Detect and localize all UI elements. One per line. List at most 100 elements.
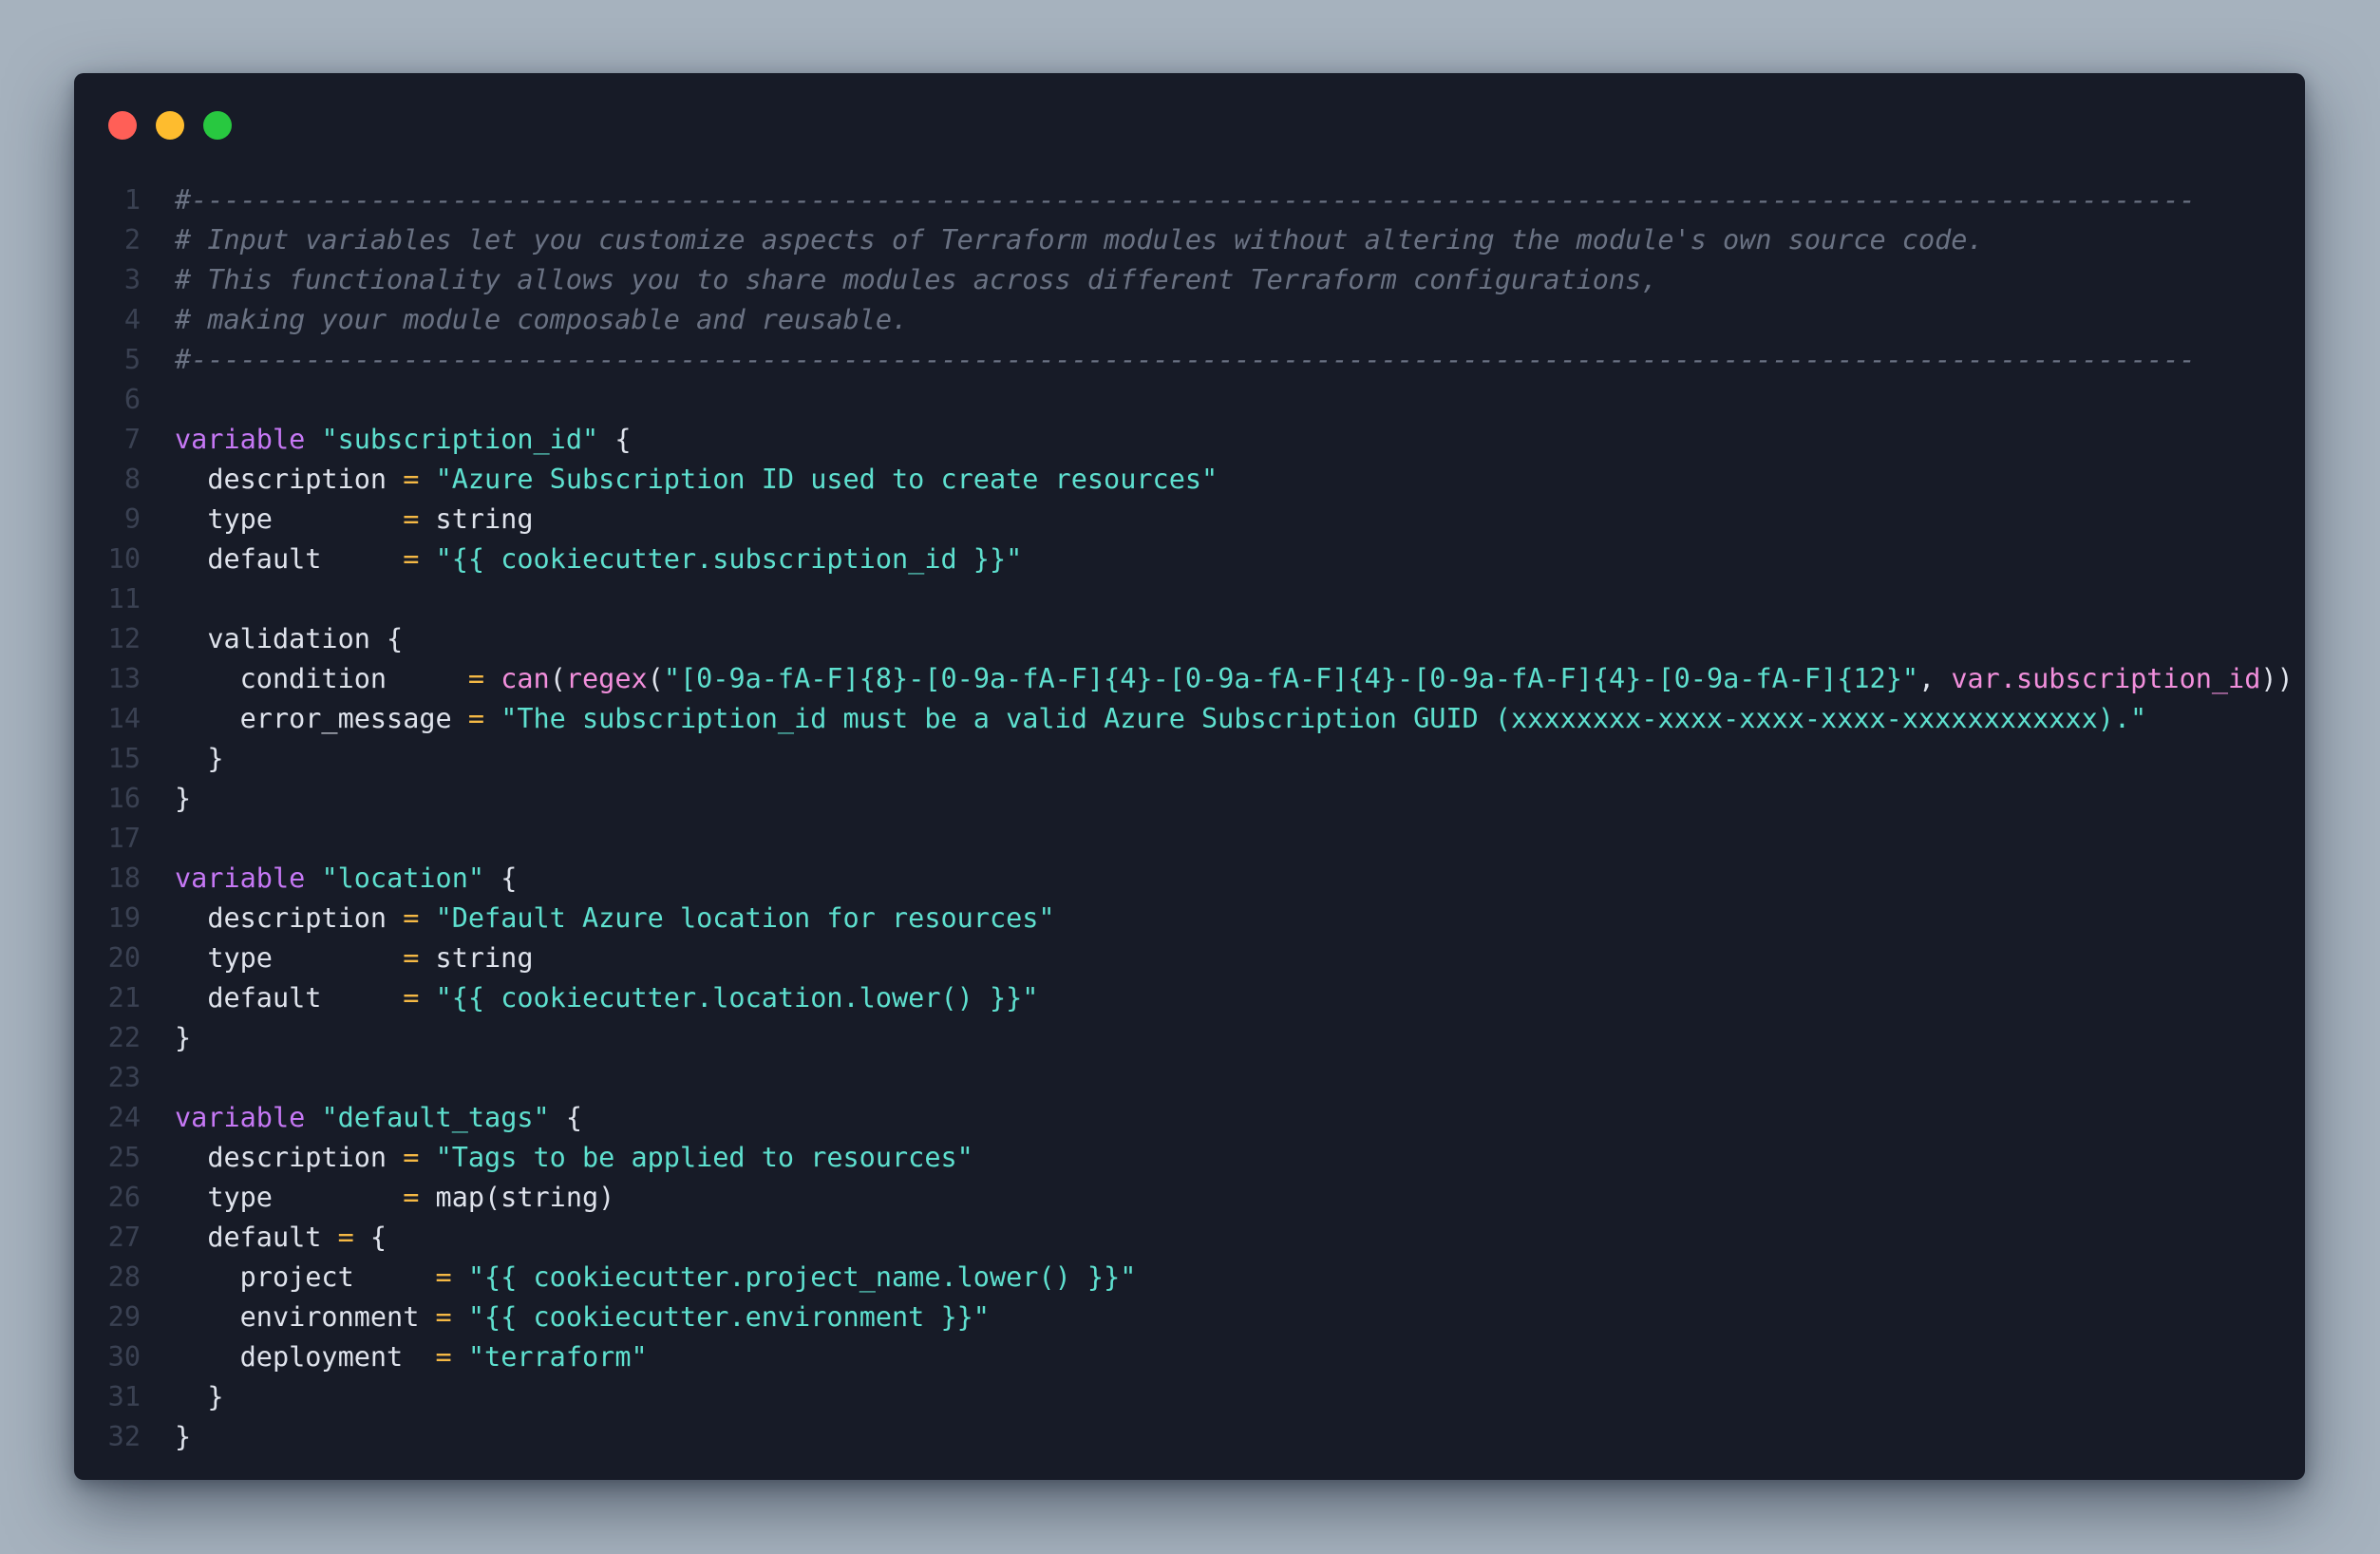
code-line: 2 # Input variables let you customize asp… <box>74 220 2305 260</box>
code-token-comment: # Input variables let you customize aspe… <box>175 224 1984 256</box>
line-content <box>141 380 175 420</box>
line-content: default = { <box>141 1218 387 1258</box>
code-token-operator: = <box>403 902 420 934</box>
line-content: error_message = "The subscription_id mus… <box>141 699 2147 739</box>
code-token-operator: = <box>403 464 420 495</box>
code-line: 16} <box>74 779 2305 819</box>
line-number: 20 <box>107 942 141 974</box>
line-content: type = string <box>141 500 533 540</box>
code-token-text: string <box>419 942 534 974</box>
code-token-text: type <box>175 1182 404 1213</box>
line-number: 22 <box>107 1022 141 1053</box>
line-content: condition = can(regex("[0-9a-fA-F]{8}-[0… <box>141 659 2294 699</box>
code-token-operator: = <box>403 1182 420 1213</box>
close-window-button[interactable] <box>108 111 137 140</box>
code-token-string: "Tags to be applied to resources" <box>435 1142 973 1173</box>
line-content: } <box>141 779 191 819</box>
line-content: } <box>141 1018 191 1058</box>
code-token-text: description <box>175 1142 404 1173</box>
code-token-text: } <box>175 1022 192 1053</box>
code-token-operator: = <box>435 1261 452 1293</box>
code-line: 31 } <box>74 1377 2305 1417</box>
line-number: 21 <box>107 982 141 1014</box>
line-content: # This functionality allows you to share… <box>141 260 1657 300</box>
code-token-text: default <box>175 543 404 575</box>
line-number: 12 <box>107 623 141 654</box>
line-content: description = "Azure Subscription ID use… <box>141 460 1218 500</box>
code-line: 25 description = "Tags to be applied to … <box>74 1138 2305 1178</box>
code-token-function: can <box>501 663 550 694</box>
code-window: 1 #--------------------------------------… <box>74 73 2305 1480</box>
code-line: 19 description = "Default Azure location… <box>74 899 2305 938</box>
line-content: environment = "{{ cookiecutter.environme… <box>141 1298 990 1337</box>
code-token-text: ( <box>647 663 664 694</box>
line-number: 18 <box>107 862 141 894</box>
code-token-string: "{{ cookiecutter.subscription_id }}" <box>435 543 1023 575</box>
line-content: description = "Default Azure location fo… <box>141 899 1054 938</box>
code-token-operator: = <box>403 982 420 1014</box>
code-line: 26 type = map(string) <box>74 1178 2305 1218</box>
line-content: # making your module composable and reus… <box>141 300 908 340</box>
line-number: 7 <box>123 424 141 455</box>
line-number: 3 <box>123 264 141 295</box>
line-number: 5 <box>123 344 141 375</box>
code-token-string: "{{ cookiecutter.location.lower() }}" <box>435 982 1039 1014</box>
code-line: 27 default = { <box>74 1218 2305 1258</box>
line-number: 19 <box>107 902 141 934</box>
minimize-window-button[interactable] <box>156 111 184 140</box>
code-line: 17 <box>74 819 2305 859</box>
line-number: 27 <box>107 1222 141 1253</box>
code-line: 3 # This functionality allows you to shar… <box>74 260 2305 300</box>
code-token-text: } <box>175 1421 192 1452</box>
code-token-keyword: variable <box>175 424 306 455</box>
code-token-text: description <box>175 464 404 495</box>
line-content <box>141 579 175 619</box>
code-token-comment: # This functionality allows you to share… <box>175 264 1658 295</box>
code-token-text: default <box>175 982 404 1014</box>
code-editor[interactable]: 1 #--------------------------------------… <box>74 180 2305 1457</box>
code-line: 6 <box>74 380 2305 420</box>
line-content: default = "{{ cookiecutter.location.lowe… <box>141 978 1038 1018</box>
code-token-string: "terraform" <box>467 1341 648 1373</box>
line-content <box>141 819 175 859</box>
line-content: variable "subscription_id" { <box>141 420 631 460</box>
maximize-window-button[interactable] <box>203 111 232 140</box>
code-token-operator: = <box>403 503 420 535</box>
code-token-text: map(string) <box>419 1182 615 1213</box>
code-token-text: } <box>175 783 192 814</box>
line-number: 13 <box>107 663 141 694</box>
line-number: 9 <box>123 503 141 535</box>
code-line: 24 variable "default_tags" { <box>74 1098 2305 1138</box>
code-token-text: project <box>175 1261 436 1293</box>
line-content: default = "{{ cookiecutter.subscription_… <box>141 540 1022 579</box>
line-number: 17 <box>107 823 141 854</box>
line-number: 2 <box>123 224 141 256</box>
line-content: deployment = "terraform" <box>141 1337 648 1377</box>
line-content: } <box>141 739 223 779</box>
code-line: 10 default = "{{ cookiecutter.subscripti… <box>74 540 2305 579</box>
line-content: #---------------------------------------… <box>141 180 2196 220</box>
code-token-text: default <box>175 1222 338 1253</box>
line-number: 15 <box>107 743 141 774</box>
code-line: 11 <box>74 579 2305 619</box>
code-line: 32} <box>74 1417 2305 1457</box>
code-token-text: error_message <box>175 703 468 734</box>
line-number: 1 <box>123 184 141 216</box>
code-token-text: { <box>598 424 632 455</box>
line-number: 28 <box>107 1261 141 1293</box>
line-content <box>141 1058 175 1098</box>
line-number: 26 <box>107 1182 141 1213</box>
line-content: project = "{{ cookiecutter.project_name.… <box>141 1258 1137 1298</box>
code-line: 29 environment = "{{ cookiecutter.enviro… <box>74 1298 2305 1337</box>
code-token-text: ( <box>549 663 566 694</box>
code-line: 30 deployment = "terraform" <box>74 1337 2305 1377</box>
line-number: 23 <box>107 1062 141 1093</box>
line-number: 16 <box>107 783 141 814</box>
